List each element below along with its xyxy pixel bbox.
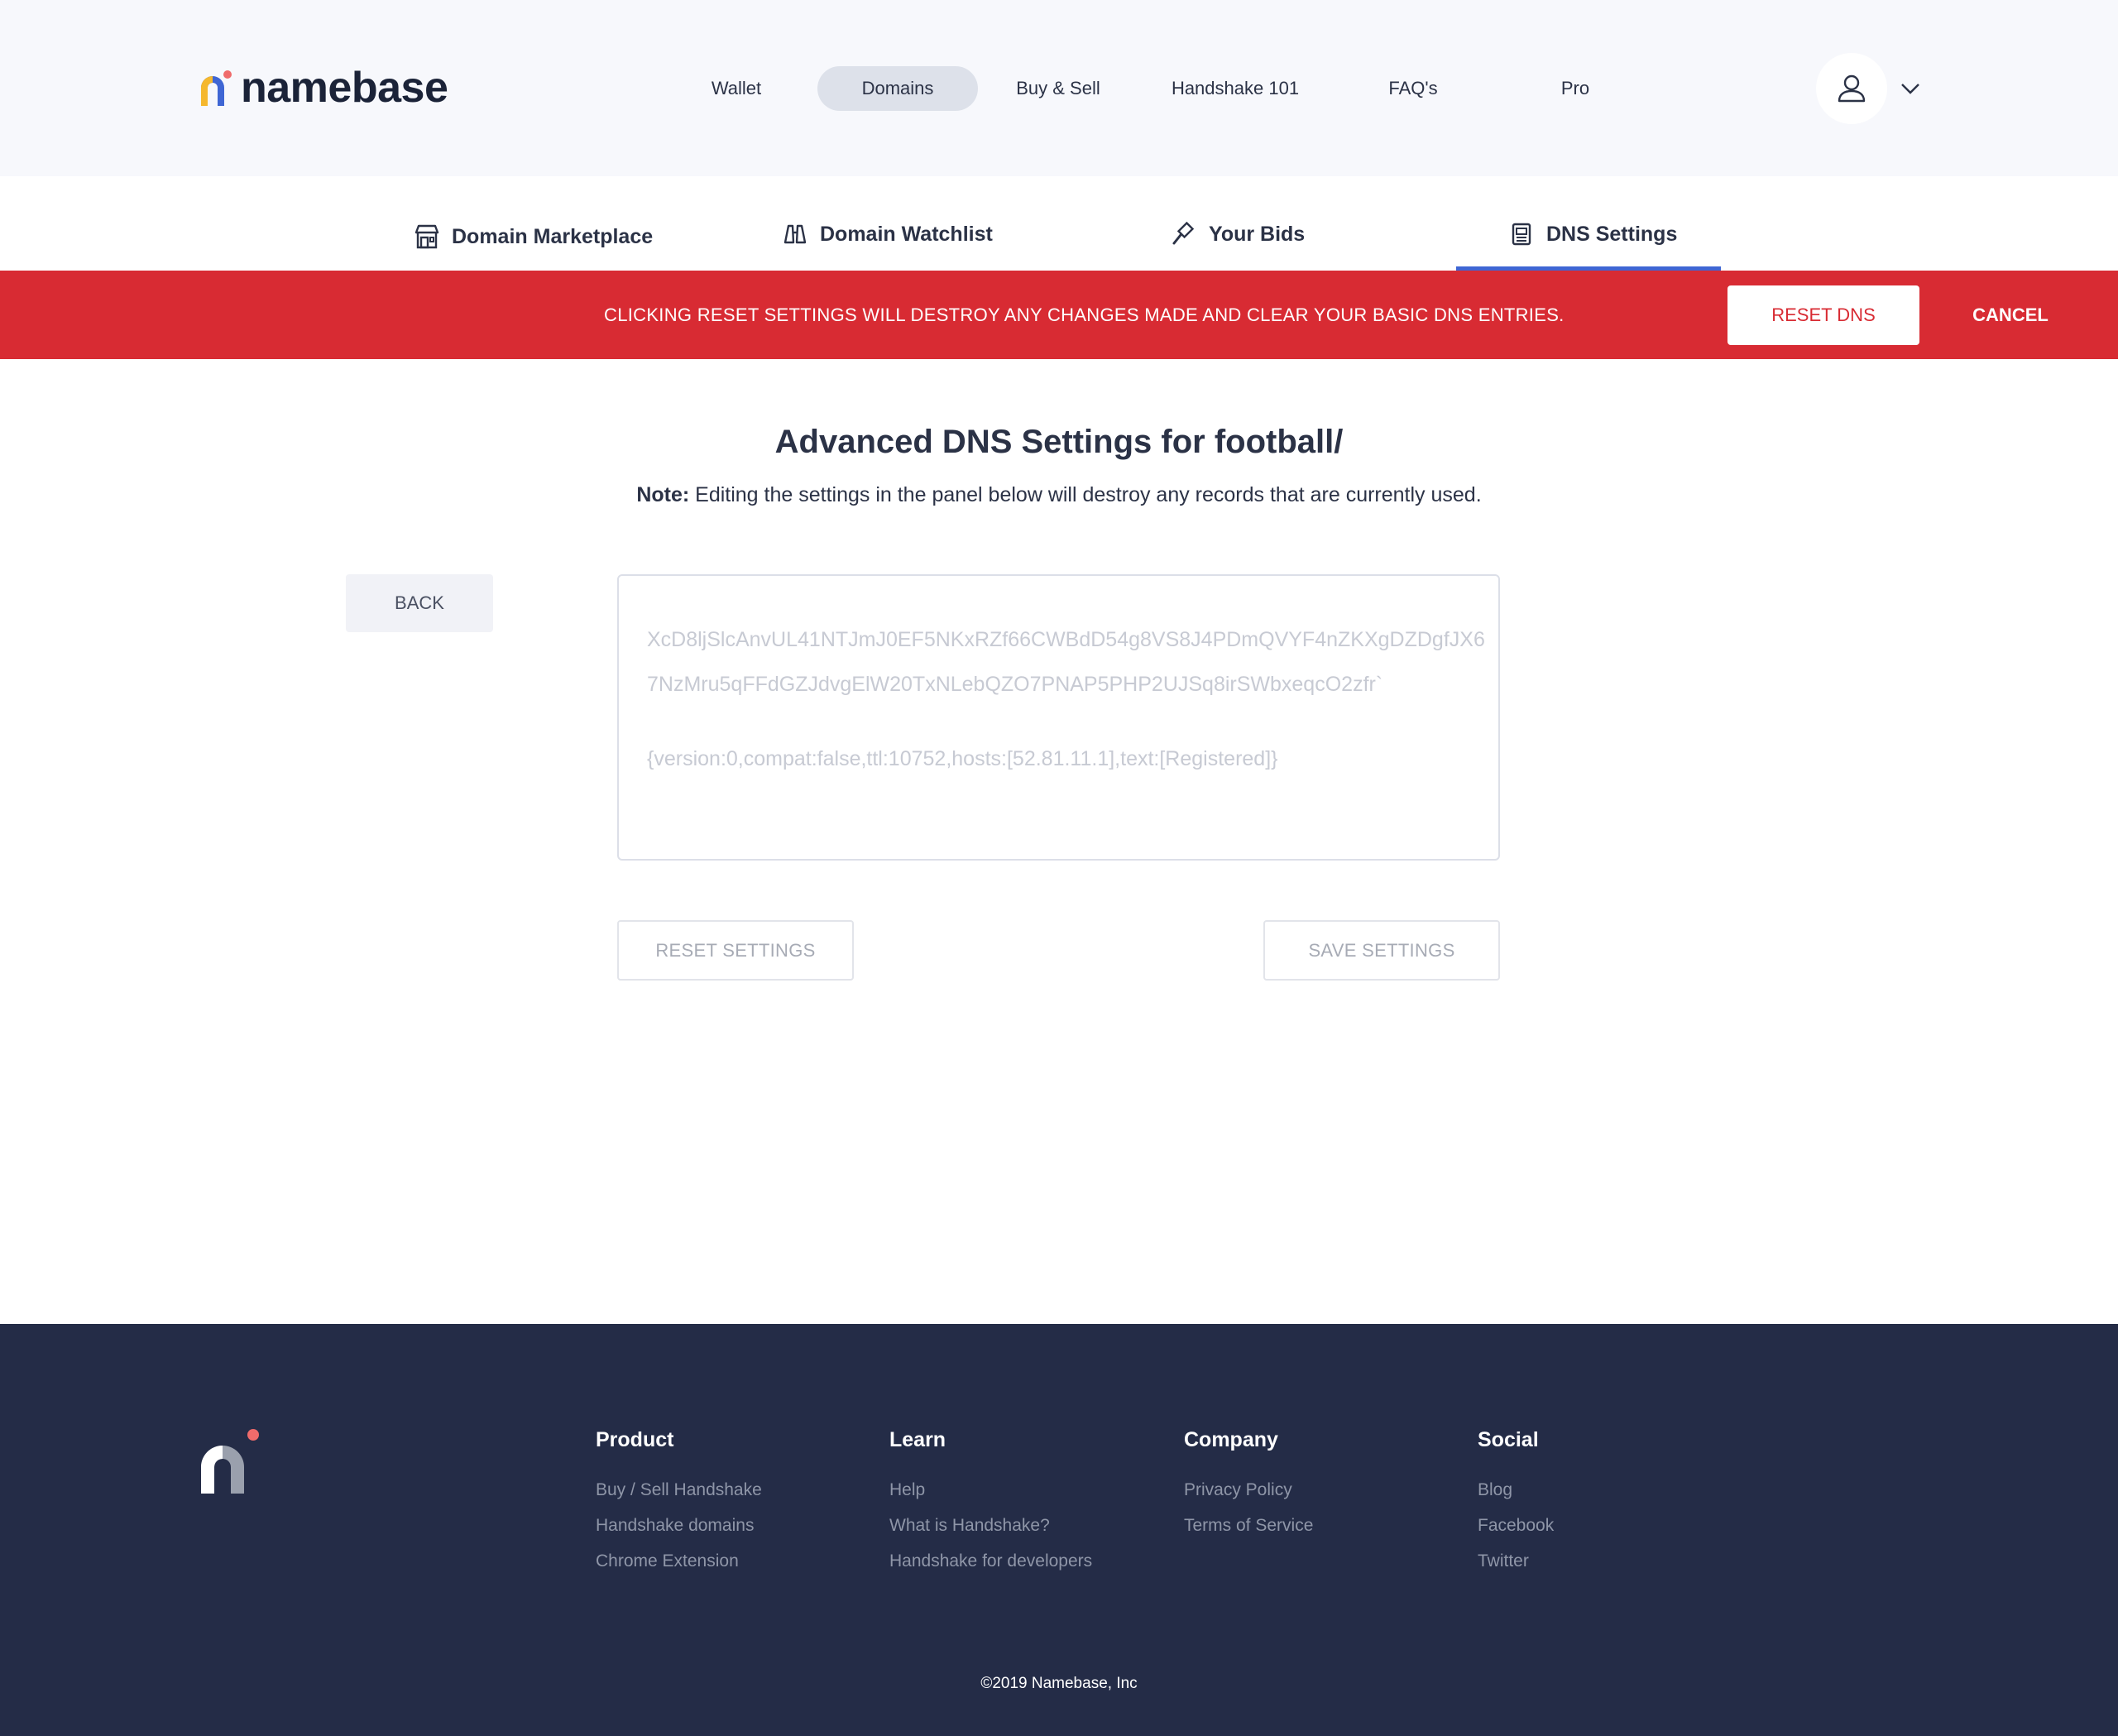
note-text: Editing the settings in the panel below … (689, 483, 1482, 506)
footer-link[interactable]: Chrome Extension (596, 1543, 762, 1579)
tab-your-bids[interactable]: Your Bids (1171, 218, 1305, 251)
tab-label: DNS Settings (1546, 222, 1678, 246)
document-icon (1508, 221, 1535, 247)
tab-domain-watchlist[interactable]: Domain Watchlist (782, 218, 993, 251)
note-label: Note: (636, 483, 690, 506)
nav-buy-sell[interactable]: Buy & Sell (1009, 66, 1107, 111)
user-icon (1838, 74, 1866, 103)
footer-column-learn: Learn Help What is Handshake? Handshake … (889, 1428, 1092, 1579)
footer-link[interactable]: Blog (1478, 1472, 1554, 1508)
nav-domains[interactable]: Domains (817, 66, 978, 111)
page-note: Note: Editing the settings in the panel … (0, 483, 2118, 507)
tab-label: Your Bids (1209, 222, 1306, 246)
dns-record-line: {version:0,compat:false,ttl:10752,hosts:… (647, 747, 1278, 770)
domains-subtabs: Domain Marketplace Domain Watchlist Your… (0, 176, 2118, 271)
tab-label: Domain Watchlist (820, 222, 993, 246)
footer-link[interactable]: Privacy Policy (1184, 1472, 1313, 1508)
dns-records-textarea[interactable]: XcD8ljSlcAnvUL41NTJmJ0EF5NKxRZf66CWBdD54… (617, 574, 1500, 861)
dns-record-line: XcD8ljSlcAnvUL41NTJmJ0EF5NKxRZf66CWBdD54… (647, 628, 1485, 651)
footer-link[interactable]: What is Handshake? (889, 1508, 1092, 1543)
footer-link[interactable]: Handshake for developers (889, 1543, 1092, 1579)
nav-faqs[interactable]: FAQ's (1373, 66, 1453, 111)
footer-link[interactable]: Terms of Service (1184, 1508, 1313, 1543)
footer-link[interactable]: Facebook (1478, 1508, 1554, 1543)
reset-settings-button[interactable]: RESET SETTINGS (617, 920, 854, 981)
footer-heading: Learn (889, 1428, 946, 1451)
dns-record-line: 7NzMru5qFFdGZJdvgElW20TxNLebQZO7PNAP5PHP… (647, 673, 1383, 696)
binoculars-icon (782, 221, 808, 247)
copyright: ©2019 Namebase, Inc (980, 1675, 1138, 1692)
tab-domain-marketplace[interactable]: Domain Marketplace (414, 220, 653, 253)
footer-heading: Company (1184, 1428, 1278, 1451)
warning-message: CLICKING RESET SETTINGS WILL DESTROY ANY… (604, 305, 1565, 325)
reset-warning-banner: CLICKING RESET SETTINGS WILL DESTROY ANY… (0, 271, 2118, 359)
chevron-down-icon (1901, 84, 1919, 94)
user-avatar-button[interactable] (1816, 53, 1887, 124)
tab-dns-settings[interactable]: DNS Settings (1508, 218, 1677, 251)
account-menu-toggle[interactable] (1900, 78, 1921, 99)
nav-pro[interactable]: Pro (1547, 66, 1603, 111)
footer-heading: Product (596, 1428, 674, 1451)
namebase-footer-logo-icon[interactable] (199, 1427, 261, 1494)
page-title: Advanced DNS Settings for football/ (774, 424, 1344, 460)
footer-column-social: Social Blog Facebook Twitter (1478, 1428, 1554, 1579)
footer-link[interactable]: Buy / Sell Handshake (596, 1472, 762, 1508)
reset-dns-button[interactable]: RESET DNS (1727, 285, 1919, 345)
footer-link[interactable]: Help (889, 1472, 1092, 1508)
nav-handshake-101[interactable]: Handshake 101 (1162, 66, 1308, 111)
save-settings-button[interactable]: SAVE SETTINGS (1263, 920, 1500, 981)
main-nav: Wallet Domains Buy & Sell Handshake 101 … (0, 66, 2118, 111)
footer-column-product: Product Buy / Sell Handshake Handshake d… (596, 1428, 762, 1579)
footer-heading: Social (1478, 1428, 1539, 1451)
tab-label: Domain Marketplace (452, 224, 654, 248)
nav-wallet[interactable]: Wallet (695, 66, 778, 111)
footer-link[interactable]: Handshake domains (596, 1508, 762, 1543)
back-button[interactable]: BACK (346, 574, 493, 632)
footer-column-company: Company Privacy Policy Terms of Service (1184, 1428, 1313, 1543)
footer-link[interactable]: Twitter (1478, 1543, 1554, 1579)
cancel-button[interactable]: CANCEL (1953, 271, 2068, 359)
store-icon (414, 223, 440, 250)
gavel-icon (1171, 221, 1197, 247)
top-navbar: namebase Wallet Domains Buy & Sell Hands… (0, 0, 2118, 176)
